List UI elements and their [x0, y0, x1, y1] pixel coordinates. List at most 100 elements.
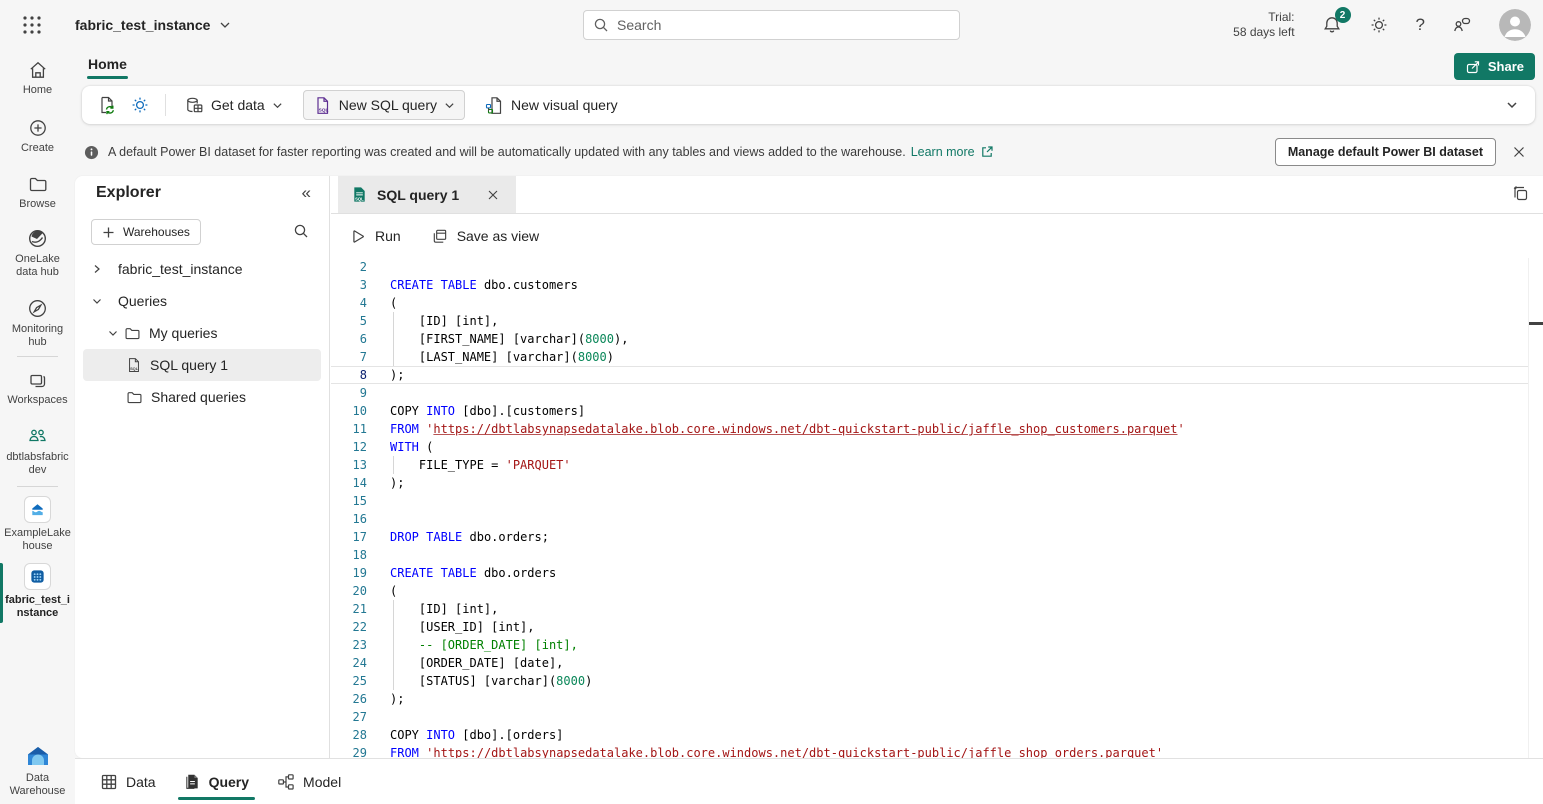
data-warehouse-icon — [25, 744, 51, 768]
code-line[interactable]: 2 — [331, 258, 1543, 276]
notifications-button[interactable]: 2 — [1322, 15, 1342, 35]
settings-button[interactable] — [1369, 15, 1389, 35]
info-icon — [84, 145, 99, 160]
code-line[interactable]: 12WITH ( — [331, 438, 1543, 456]
code-line[interactable]: 10COPY INTO [dbo].[customers] — [331, 402, 1543, 420]
tab-home[interactable]: Home — [83, 53, 132, 75]
code-line[interactable]: 18 — [331, 546, 1543, 564]
global-search[interactable] — [583, 10, 960, 40]
code-line[interactable]: 24 [ORDER_DATE] [date], — [331, 654, 1543, 672]
trial-status: Trial: 58 days left — [1233, 10, 1294, 40]
nav-item-fabric-test-instance[interactable]: fabric_test_instance — [0, 563, 75, 619]
nav-onelake-data-hub[interactable]: OneLake data hub — [0, 228, 75, 278]
line-number: 9 — [331, 384, 367, 402]
query-editor-area: SQL SQL query 1 Run — [331, 176, 1543, 758]
banner-message: A default Power BI dataset for faster re… — [108, 145, 906, 159]
plus-icon — [102, 226, 115, 239]
nav-item-examplelakehouse[interactable]: ExampleLakehouse — [0, 496, 75, 552]
code-line[interactable]: 11FROM 'https://dbtlabsynapsedatalake.bl… — [331, 420, 1543, 438]
new-sql-query-button[interactable]: SQL New SQL query — [303, 90, 465, 120]
tree-item-my-queries[interactable]: My queries — [75, 317, 329, 349]
code-line[interactable]: 8); — [331, 366, 1543, 384]
nav-monitoring-hub[interactable]: Monitoring hub — [0, 298, 75, 348]
code-line[interactable]: 28COPY INTO [dbo].[orders] — [331, 726, 1543, 744]
line-number: 24 — [331, 654, 367, 672]
code-line[interactable]: 29FROM 'https://dbtlabsynapsedatalake.bl… — [331, 744, 1543, 758]
view-switcher-bar: Data Query Model — [75, 758, 1543, 804]
scrollbar-track[interactable] — [1528, 258, 1529, 758]
settings-gear-button[interactable] — [125, 90, 155, 120]
code-line[interactable]: 22 [USER_ID] [int], — [331, 618, 1543, 636]
code-line[interactable]: 9 — [331, 384, 1543, 402]
code-line[interactable]: 19CREATE TABLE dbo.orders — [331, 564, 1543, 582]
line-number: 15 — [331, 492, 367, 510]
code-line[interactable]: 16 — [331, 510, 1543, 528]
workspace-switcher[interactable]: fabric_test_instance — [75, 0, 231, 50]
close-tab-button[interactable] — [482, 184, 504, 206]
tree-item-sql-query-1[interactable]: SQL SQL query 1 — [83, 349, 321, 381]
chevron-down-icon — [272, 100, 283, 111]
code-line[interactable]: 6 [FIRST_NAME] [varchar](8000), — [331, 330, 1543, 348]
tab-data[interactable]: Data — [89, 759, 167, 804]
nav-browse[interactable]: Browse — [0, 174, 75, 211]
tab-query[interactable]: Query — [173, 759, 260, 804]
sql-file-icon: SQL — [126, 357, 142, 373]
banner-close-button[interactable] — [1505, 138, 1533, 166]
toolbar-divider — [165, 94, 166, 116]
tree-item-queries[interactable]: Queries — [75, 285, 329, 317]
get-data-button[interactable]: Get data — [176, 90, 292, 120]
nav-home[interactable]: Home — [0, 60, 75, 97]
feedback-button[interactable] — [1452, 15, 1472, 35]
code-line[interactable]: 17DROP TABLE dbo.orders; — [331, 528, 1543, 546]
external-link-icon[interactable] — [980, 145, 994, 159]
run-button[interactable]: Run — [349, 228, 401, 245]
code-line[interactable]: 14); — [331, 474, 1543, 492]
tree-item-warehouse[interactable]: fabric_test_instance — [75, 253, 329, 285]
svg-text:SQL: SQL — [130, 366, 139, 371]
nav-create[interactable]: Create — [0, 118, 75, 155]
explorer-search-icon[interactable] — [293, 223, 309, 239]
code-line[interactable]: 27 — [331, 708, 1543, 726]
copy-query-button[interactable] — [1510, 184, 1530, 204]
close-icon — [1512, 145, 1526, 159]
collapse-ribbon-button[interactable] — [1505, 98, 1519, 112]
search-input[interactable] — [617, 17, 950, 33]
add-warehouses-button[interactable]: Warehouses — [91, 219, 201, 245]
blue-gear-icon — [130, 95, 150, 115]
code-line[interactable]: 7 [LAST_NAME] [varchar](8000) — [331, 348, 1543, 366]
code-line[interactable]: 15 — [331, 492, 1543, 510]
line-number: 21 — [331, 600, 367, 618]
code-line[interactable]: 23 -- [ORDER_DATE] [int], — [331, 636, 1543, 654]
svg-text:SQL: SQL — [318, 107, 328, 113]
save-as-view-button[interactable]: Save as view — [431, 228, 539, 245]
code-line[interactable]: 20( — [331, 582, 1543, 600]
lakehouse-icon — [24, 496, 51, 523]
help-button[interactable]: ? — [1416, 15, 1425, 35]
manage-default-dataset-button[interactable]: Manage default Power BI dataset — [1275, 138, 1496, 166]
user-avatar[interactable] — [1499, 9, 1531, 41]
learn-more-link[interactable]: Learn more — [911, 145, 975, 159]
nav-workspace-dbtlabsfabricdev[interactable]: dbtlabsfabricdev — [0, 426, 75, 476]
code-line[interactable]: 25 [STATUS] [varchar](8000) — [331, 672, 1543, 690]
refresh-dataset-button[interactable] — [92, 90, 122, 120]
top-right-actions: Trial: 58 days left 2 ? — [1233, 0, 1531, 50]
nav-workspaces[interactable]: Workspaces — [0, 370, 75, 407]
app-launcher-waffle-icon[interactable] — [22, 15, 42, 35]
share-button[interactable]: Share — [1454, 53, 1535, 80]
code-line[interactable]: 5 [ID] [int], — [331, 312, 1543, 330]
nav-data-warehouse[interactable]: Data Warehouse — [0, 744, 75, 797]
new-visual-query-button[interactable]: New visual query — [476, 90, 627, 120]
code-line[interactable]: 3CREATE TABLE dbo.customers — [331, 276, 1543, 294]
search-icon — [593, 17, 609, 33]
code-editor[interactable]: 23CREATE TABLE dbo.customers4(5 [ID] [in… — [331, 258, 1543, 758]
line-number: 8 — [331, 366, 367, 384]
tree-item-shared-queries[interactable]: Shared queries — [75, 381, 329, 413]
explorer-panel: Explorer « Warehouses fabric_test_instan… — [75, 176, 330, 758]
code-line[interactable]: 26); — [331, 690, 1543, 708]
code-line[interactable]: 4( — [331, 294, 1543, 312]
code-line[interactable]: 13 FILE_TYPE = 'PARQUET' — [331, 456, 1543, 474]
tab-model[interactable]: Model — [266, 759, 352, 804]
query-tab-sql-query-1[interactable]: SQL SQL query 1 — [338, 176, 516, 213]
code-line[interactable]: 21 [ID] [int], — [331, 600, 1543, 618]
collapse-explorer-icon[interactable]: « — [302, 183, 311, 203]
